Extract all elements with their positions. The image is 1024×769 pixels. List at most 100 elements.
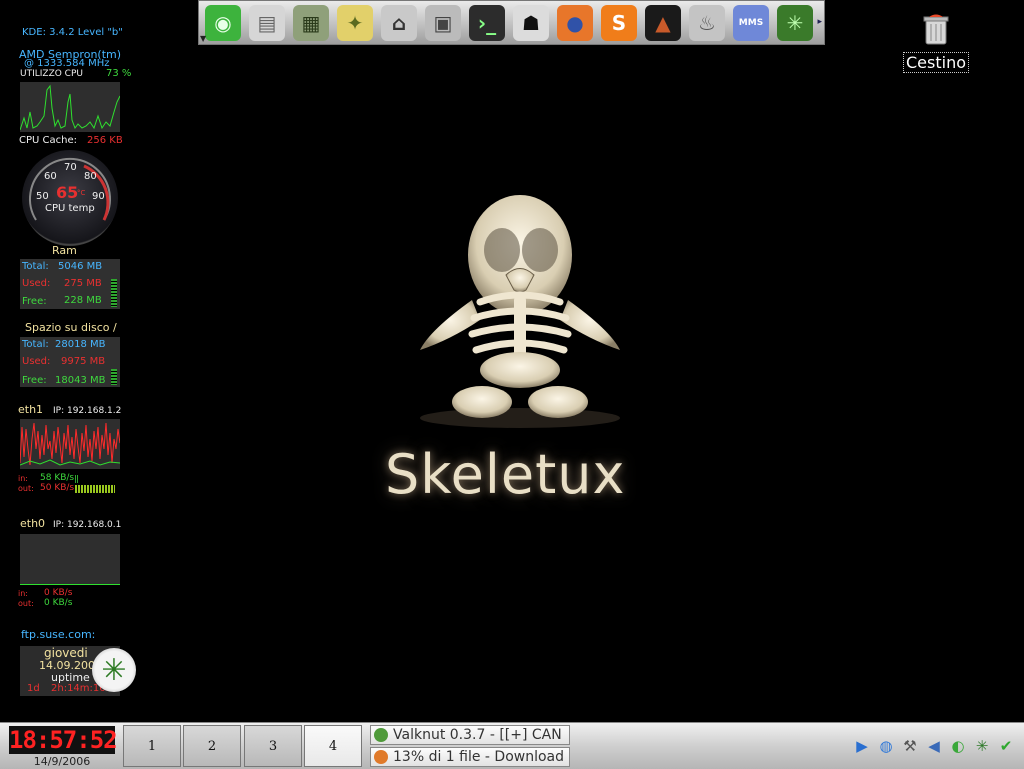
ghost-icon[interactable]: ☗ (513, 5, 549, 41)
eth1-ip: IP: 192.168.1.2 (53, 406, 122, 416)
launcher-menu-arrow-icon[interactable]: ▼ (200, 34, 206, 43)
launcher-more-arrow-icon[interactable]: ▸ (817, 17, 822, 27)
cpu-usage-value: 73 % (106, 68, 132, 79)
task-valknut-label: Valknut 0.3.7 - [[+] CAN (393, 727, 562, 743)
eth1-name: eth1 (18, 403, 44, 416)
disk-used-label: Used: (22, 356, 51, 367)
uptime-days: 1d (27, 683, 40, 694)
kde-version: KDE: 3.4.2 Level "b" (22, 27, 123, 38)
ram-level-bar (111, 279, 117, 307)
eth1-in-level-bar (75, 475, 79, 483)
bell-service-icon[interactable]: ♨ (689, 5, 725, 41)
eth0-traffic-graph (20, 534, 120, 585)
disk-total-label: Total: (22, 339, 49, 350)
cpu-cache-value: 256 KB (87, 135, 123, 146)
home-folder-icon[interactable]: ⌂ (381, 5, 417, 41)
ram-free-label: Free: (22, 296, 47, 307)
disk-free-label: Free: (22, 375, 47, 386)
gauge-tick-60: 60 (44, 171, 57, 182)
eth1-traffic-graph (20, 419, 120, 469)
desktop-pager-3[interactable]: 3 (244, 725, 302, 767)
ram-title: Ram (52, 244, 77, 257)
disk-box: Total: 28018 MB Used: 9975 MB Free: 1804… (20, 337, 120, 387)
trash-can-icon (923, 14, 949, 45)
digital-clock[interactable]: 18:57:52 (9, 726, 118, 754)
kde-taskbar-panel: 18:57:52 14/9/2006 1 2 3 4 Valknut 0.3.7… (0, 722, 1024, 769)
eth0-in-label: in: (18, 589, 28, 598)
cpu-frequency: @ 1333.584 MHz (24, 58, 110, 69)
disk-level-bar (111, 369, 117, 385)
eth1-out-value: 50 KB/s (40, 483, 75, 493)
panel-arrow-icon[interactable]: ▶ (852, 736, 872, 756)
gauge-tick-90: 90 (92, 191, 105, 202)
eth1-in-value: 58 KB/s (40, 473, 75, 483)
hide-panel-arrow-icon[interactable]: ▸ (1020, 736, 1024, 756)
desktop-pager-1[interactable]: 1 (123, 725, 181, 767)
disk-free-value: 18043 MB (55, 375, 106, 386)
gauge-tick-50: 50 (36, 191, 49, 202)
disk-total-value: 28018 MB (55, 339, 106, 350)
clock-date[interactable]: 14/9/2006 (9, 755, 115, 768)
cpu-temp-label: CPU temp (45, 203, 95, 214)
package-manager-icon[interactable]: ▣ (425, 5, 461, 41)
ram-free-value: 228 MB (64, 295, 102, 306)
download-app-icon (374, 750, 388, 764)
ram-total-value: 5046 MB (58, 261, 103, 272)
cpu-temp-value: 65 (56, 183, 79, 202)
cpu-cache-label: CPU Cache: (19, 135, 77, 146)
disk-title: Spazio su disco / (25, 321, 117, 334)
cpu-usage-label: UTILIZZO CPU (20, 69, 83, 79)
calendar-day: giovedi (44, 646, 88, 660)
eth0-out-label: out: (18, 599, 34, 608)
eth1-out-level-bar (75, 485, 115, 493)
gauge-tick-80: 80 (84, 171, 97, 182)
control-center-icon[interactable]: ▦ (293, 5, 329, 41)
ram-used-label: Used: (22, 278, 51, 289)
suse-chameleon-icon[interactable]: ◐ (948, 736, 968, 756)
quick-launch-bar: ◉ ▤ ▦ ✦ ⌂ ▣ ›_ ☗ ● S ▲ ♨ MMS ✳ ▼ ▸ (198, 0, 825, 45)
cannabis-leaf-icon[interactable]: ✳ (777, 5, 813, 41)
tools-icon[interactable]: ⚒ (900, 736, 920, 756)
triangle-app-icon[interactable]: ▲ (645, 5, 681, 41)
eth0-out-value: 0 KB/s (44, 598, 73, 608)
trash-label: Cestino (903, 52, 969, 73)
network-globe-icon[interactable]: ◍ (876, 736, 896, 756)
eth1-graph-lines (20, 422, 120, 466)
ram-box: Total: 5046 MB Used: 275 MB Free: 228 MB (20, 259, 120, 309)
valknut-app-icon (374, 728, 388, 742)
disk-used-value: 9975 MB (61, 356, 106, 367)
cpu-graph-line (20, 84, 120, 131)
volume-icon[interactable]: ◀ (924, 736, 944, 756)
cpu-temp-gauge: 50 60 70 80 90 65 °C CPU temp (22, 150, 118, 246)
desktop-pager-2[interactable]: 2 (183, 725, 241, 767)
system-monitor-widget: KDE: 3.4.2 Level "b" AMD Sempron(tm) @ 1… (0, 0, 140, 720)
mms-icon[interactable]: MMS (733, 5, 769, 41)
eth0-ip: IP: 192.168.0.1 (53, 520, 122, 530)
terminal-icon[interactable]: ›_ (469, 5, 505, 41)
ftp-server-label[interactable]: ftp.suse.com: (21, 628, 95, 641)
eth1-in-label: in: (18, 474, 28, 483)
task-download[interactable]: 13% di 1 file - Download (370, 747, 570, 767)
settings-tools-icon[interactable]: ✦ (337, 5, 373, 41)
ram-total-label: Total: (22, 261, 49, 272)
eth0-name: eth0 (20, 517, 46, 530)
check-update-icon[interactable]: ✔ (996, 736, 1016, 756)
skeletux-logo-text: Skeletux (385, 443, 626, 506)
cannabis-leaf-icon: ✳ (92, 648, 136, 692)
task-valknut[interactable]: Valknut 0.3.7 - [[+] CAN (370, 725, 570, 745)
suse-menu-icon[interactable]: ◉ (205, 5, 241, 41)
desktop-pager-4[interactable]: 4 (304, 725, 362, 767)
eth1-out-label: out: (18, 484, 34, 493)
gauge-tick-70: 70 (64, 162, 77, 173)
cpu-temp-unit: °C (77, 189, 86, 197)
ram-used-value: 275 MB (64, 278, 102, 289)
skype-icon[interactable]: S (601, 5, 637, 41)
skeletux-mascot-image (420, 195, 620, 428)
trash-desktop-icon[interactable]: Cestino (900, 14, 972, 73)
firefox-icon[interactable]: ● (557, 5, 593, 41)
eth0-in-value: 0 KB/s (44, 588, 73, 598)
computer-icon[interactable]: ▤ (249, 5, 285, 41)
leaf-tray-icon[interactable]: ✳ (972, 736, 992, 756)
cpu-usage-graph (20, 82, 120, 132)
task-download-label: 13% di 1 file - Download (393, 749, 565, 765)
